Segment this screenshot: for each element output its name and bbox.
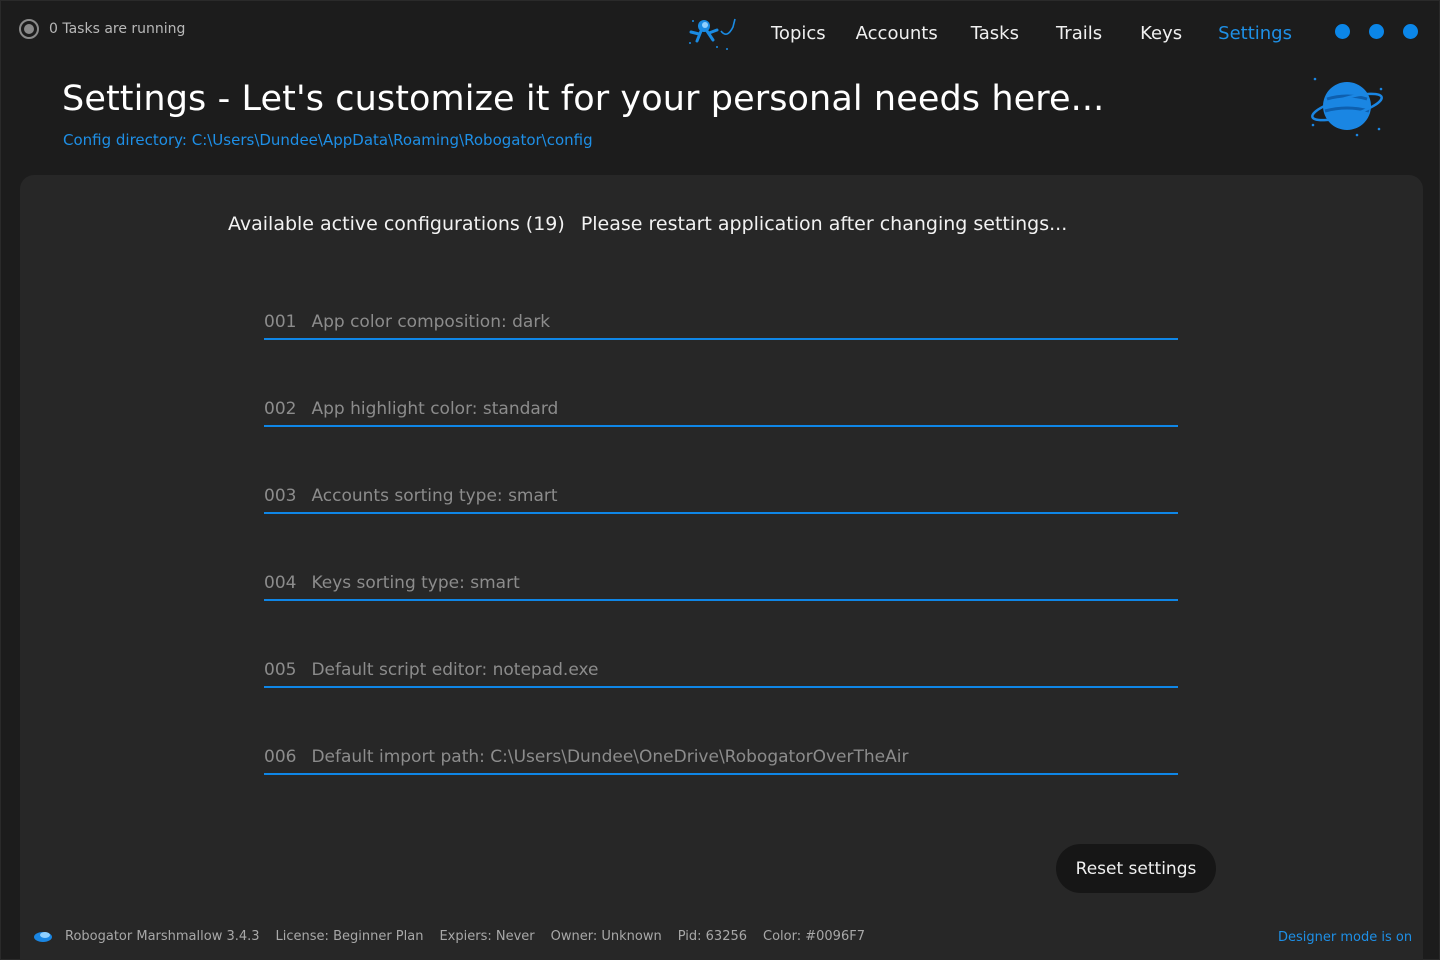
main-nav: Topics Accounts Tasks Trails Keys Settin… [687, 15, 1292, 51]
designer-mode-link[interactable]: Designer mode is on [1278, 930, 1412, 945]
close-button[interactable] [1403, 24, 1418, 39]
settings-panel: Available active configurations (19) Ple… [20, 175, 1423, 960]
nav-accounts[interactable]: Accounts [856, 23, 938, 44]
app-window: 0 Tasks are running Topics Accounts Task… [0, 0, 1440, 960]
config-field-003[interactable]: 003 Accounts sorting type: smart [264, 479, 1178, 514]
status-bar: Robogator Marshmallow 3.4.3 License: Beg… [33, 928, 881, 944]
panel-heading: Available active configurations (19) Ple… [228, 213, 1067, 235]
config-text: App highlight color: standard [311, 398, 559, 419]
app-logo-icon [34, 932, 52, 942]
config-number: 006 [264, 746, 297, 767]
astronaut-icon [689, 18, 736, 50]
config-field-005[interactable]: 005 Default script editor: notepad.exe [264, 653, 1178, 688]
nav-settings[interactable]: Settings [1218, 23, 1292, 44]
config-field-004[interactable]: 004 Keys sorting type: smart [264, 566, 1178, 601]
config-list: 001 App color composition: dark 002 App … [264, 305, 1178, 827]
reset-settings-button[interactable]: Reset settings [1056, 844, 1216, 893]
expiry-info: Expiers: Never [439, 928, 535, 944]
config-number: 004 [264, 572, 297, 593]
config-field-001[interactable]: 001 App color composition: dark [264, 305, 1178, 340]
pid-info: Pid: 63256 [677, 928, 748, 944]
config-text: Keys sorting type: smart [311, 572, 520, 593]
available-configs-label: Available active configurations (19) [228, 213, 565, 235]
config-text: Accounts sorting type: smart [311, 485, 558, 506]
planet-icon [1311, 77, 1383, 137]
config-field-002[interactable]: 002 App highlight color: standard [264, 392, 1178, 427]
config-text: App color composition: dark [311, 311, 551, 332]
task-status-icon [19, 19, 39, 39]
config-field-006[interactable]: 006 Default import path: C:\Users\Dundee… [264, 740, 1178, 775]
window-controls [1335, 24, 1418, 39]
color-info: Color: #0096F7 [763, 928, 865, 944]
nav-keys[interactable]: Keys [1140, 23, 1182, 44]
nav-topics[interactable]: Topics [771, 23, 826, 44]
task-status-text: 0 Tasks are running [49, 21, 186, 37]
config-text: Default script editor: notepad.exe [311, 659, 599, 680]
page-title: Settings - Let's customize it for your p… [62, 79, 1105, 119]
maximize-button[interactable] [1369, 24, 1384, 39]
config-directory-link[interactable]: Config directory: C:\Users\Dundee\AppDat… [63, 131, 593, 149]
config-text: Default import path: C:\Users\Dundee\One… [311, 746, 909, 767]
config-number: 001 [264, 311, 297, 332]
nav-trails[interactable]: Trails [1056, 23, 1102, 44]
owner-info: Owner: Unknown [550, 928, 662, 944]
app-version: Robogator Marshmallow 3.4.3 [65, 928, 260, 944]
nav-tasks[interactable]: Tasks [971, 23, 1019, 44]
license-info: License: Beginner Plan [275, 928, 424, 944]
task-status[interactable]: 0 Tasks are running [19, 19, 185, 39]
config-number: 002 [264, 398, 297, 419]
config-number: 005 [264, 659, 297, 680]
config-number: 003 [264, 485, 297, 506]
minimize-button[interactable] [1335, 24, 1350, 39]
restart-note: Please restart application after changin… [580, 213, 1068, 235]
